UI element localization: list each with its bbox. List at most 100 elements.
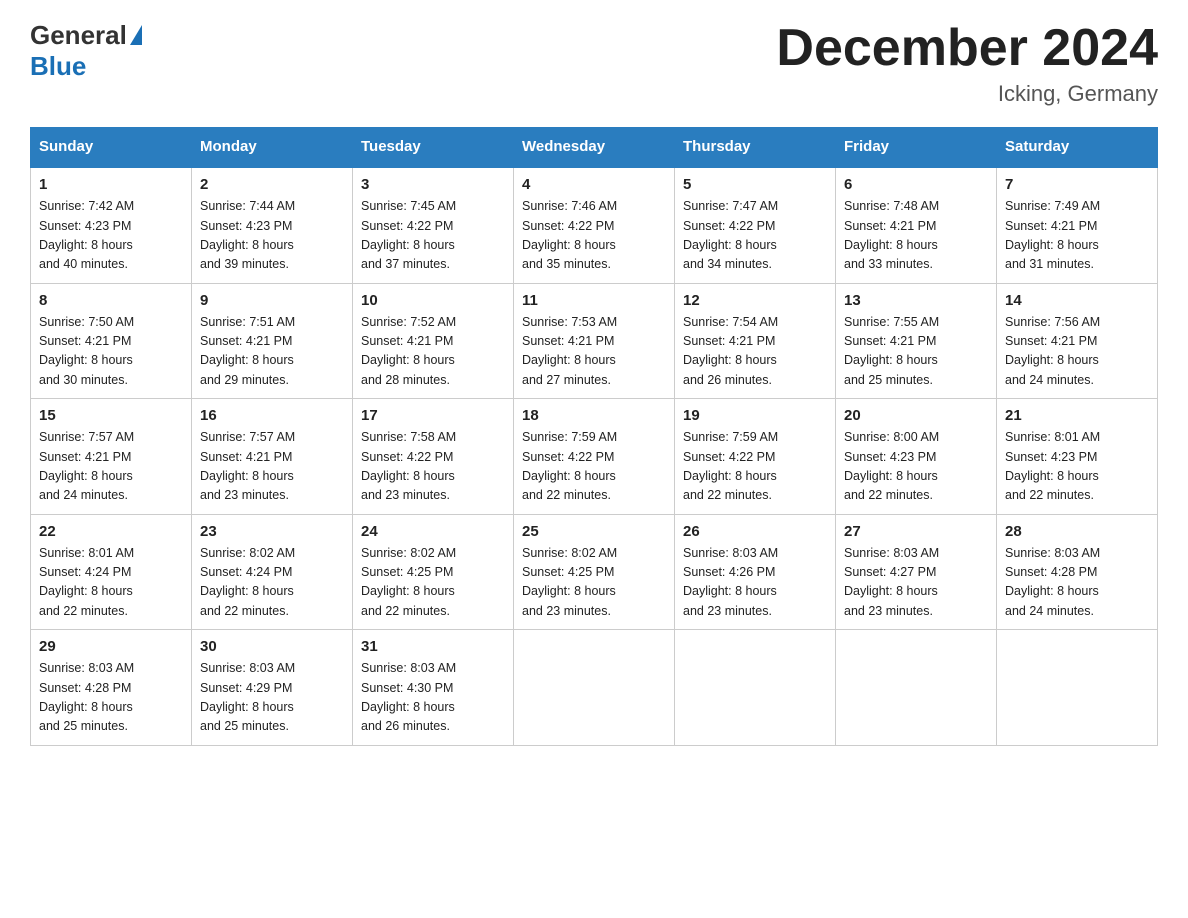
day-info: Sunrise: 7:44 AMSunset: 4:23 PMDaylight:… [200,197,344,275]
week-row-3: 15 Sunrise: 7:57 AMSunset: 4:21 PMDayligh… [31,399,1158,515]
day-info: Sunrise: 8:03 AMSunset: 4:28 PMDaylight:… [39,659,183,737]
day-info: Sunrise: 7:50 AMSunset: 4:21 PMDaylight:… [39,313,183,391]
day-number: 2 [200,176,344,193]
day-info: Sunrise: 8:01 AMSunset: 4:23 PMDaylight:… [1005,428,1149,506]
day-cell: 30 Sunrise: 8:03 AMSunset: 4:29 PMDayligh… [192,630,353,746]
day-cell: 10 Sunrise: 7:52 AMSunset: 4:21 PMDayligh… [353,283,514,399]
day-info: Sunrise: 7:45 AMSunset: 4:22 PMDaylight:… [361,197,505,275]
day-cell [514,630,675,746]
day-cell: 16Sunrise: 7:57 AMSunset: 4:21 PMDayligh… [192,399,353,515]
day-cell: 27 Sunrise: 8:03 AMSunset: 4:27 PMDayligh… [836,514,997,630]
day-info: Sunrise: 8:03 AMSunset: 4:30 PMDaylight:… [361,659,505,737]
day-info: Sunrise: 7:58 AMSunset: 4:22 PMDaylight:… [361,428,505,506]
day-number: 14 [1005,292,1149,309]
day-info: Sunrise: 8:02 AMSunset: 4:24 PMDaylight:… [200,544,344,622]
logo: General Blue [30,20,142,82]
day-number: 10 [361,292,505,309]
day-cell: 24 Sunrise: 8:02 AMSunset: 4:25 PMDayligh… [353,514,514,630]
day-info: Sunrise: 7:47 AMSunset: 4:22 PMDaylight:… [683,197,827,275]
day-cell [997,630,1158,746]
day-number: 15 [39,407,183,424]
day-info: Sunrise: 7:59 AMSunset: 4:22 PMDaylight:… [683,428,827,506]
day-info: Sunrise: 7:52 AMSunset: 4:21 PMDaylight:… [361,313,505,391]
day-info: Sunrise: 7:56 AMSunset: 4:21 PMDaylight:… [1005,313,1149,391]
header-monday: Monday [192,128,353,167]
day-cell: 29 Sunrise: 8:03 AMSunset: 4:28 PMDayligh… [31,630,192,746]
day-number: 17 [361,407,505,424]
day-info: Sunrise: 8:03 AMSunset: 4:27 PMDaylight:… [844,544,988,622]
day-cell: 18 Sunrise: 7:59 AMSunset: 4:22 PMDayligh… [514,399,675,515]
day-cell: 9Sunrise: 7:51 AMSunset: 4:21 PMDaylight… [192,283,353,399]
day-info: Sunrise: 8:03 AMSunset: 4:28 PMDaylight:… [1005,544,1149,622]
day-number: 24 [361,523,505,540]
day-number: 4 [522,176,666,193]
day-cell: 7Sunrise: 7:49 AMSunset: 4:21 PMDaylight… [997,167,1158,284]
month-year-title: December 2024 [776,20,1158,77]
day-cell: 23Sunrise: 8:02 AMSunset: 4:24 PMDayligh… [192,514,353,630]
title-section: December 2024 Icking, Germany [776,20,1158,107]
header-saturday: Saturday [997,128,1158,167]
header-thursday: Thursday [675,128,836,167]
day-cell: 8 Sunrise: 7:50 AMSunset: 4:21 PMDaylight… [31,283,192,399]
logo-blue-text: Blue [30,51,86,82]
calendar-table: SundayMondayTuesdayWednesdayThursdayFrid… [30,127,1158,746]
day-info: Sunrise: 7:57 AMSunset: 4:21 PMDaylight:… [39,428,183,506]
week-row-1: 1Sunrise: 7:42 AMSunset: 4:23 PMDaylight… [31,167,1158,284]
day-cell: 2 Sunrise: 7:44 AMSunset: 4:23 PMDaylight… [192,167,353,284]
day-cell: 22Sunrise: 8:01 AMSunset: 4:24 PMDayligh… [31,514,192,630]
day-number: 16 [200,407,344,424]
day-cell: 5 Sunrise: 7:47 AMSunset: 4:22 PMDaylight… [675,167,836,284]
day-number: 11 [522,292,666,309]
day-cell: 12Sunrise: 7:54 AMSunset: 4:21 PMDayligh… [675,283,836,399]
header-row: SundayMondayTuesdayWednesdayThursdayFrid… [31,128,1158,167]
day-cell: 4 Sunrise: 7:46 AMSunset: 4:22 PMDaylight… [514,167,675,284]
header-tuesday: Tuesday [353,128,514,167]
day-info: Sunrise: 7:55 AMSunset: 4:21 PMDaylight:… [844,313,988,391]
logo-triangle-icon [130,25,142,45]
day-info: Sunrise: 8:02 AMSunset: 4:25 PMDaylight:… [522,544,666,622]
day-cell: 21 Sunrise: 8:01 AMSunset: 4:23 PMDayligh… [997,399,1158,515]
day-info: Sunrise: 8:00 AMSunset: 4:23 PMDaylight:… [844,428,988,506]
day-number: 12 [683,292,827,309]
day-number: 3 [361,176,505,193]
day-cell: 13Sunrise: 7:55 AMSunset: 4:21 PMDayligh… [836,283,997,399]
day-info: Sunrise: 7:59 AMSunset: 4:22 PMDaylight:… [522,428,666,506]
day-info: Sunrise: 8:03 AMSunset: 4:29 PMDaylight:… [200,659,344,737]
day-cell: 20Sunrise: 8:00 AMSunset: 4:23 PMDayligh… [836,399,997,515]
day-number: 26 [683,523,827,540]
day-number: 18 [522,407,666,424]
week-row-5: 29 Sunrise: 8:03 AMSunset: 4:28 PMDayligh… [31,630,1158,746]
day-cell: 26Sunrise: 8:03 AMSunset: 4:26 PMDayligh… [675,514,836,630]
day-cell: 1Sunrise: 7:42 AMSunset: 4:23 PMDaylight… [31,167,192,284]
day-cell: 15 Sunrise: 7:57 AMSunset: 4:21 PMDayligh… [31,399,192,515]
header-sunday: Sunday [31,128,192,167]
day-info: Sunrise: 7:46 AMSunset: 4:22 PMDaylight:… [522,197,666,275]
day-cell: 11 Sunrise: 7:53 AMSunset: 4:21 PMDayligh… [514,283,675,399]
week-row-4: 22Sunrise: 8:01 AMSunset: 4:24 PMDayligh… [31,514,1158,630]
day-cell: 31 Sunrise: 8:03 AMSunset: 4:30 PMDayligh… [353,630,514,746]
day-info: Sunrise: 7:51 AMSunset: 4:21 PMDaylight:… [200,313,344,391]
day-number: 31 [361,638,505,655]
day-number: 27 [844,523,988,540]
day-number: 5 [683,176,827,193]
header-wednesday: Wednesday [514,128,675,167]
day-info: Sunrise: 7:53 AMSunset: 4:21 PMDaylight:… [522,313,666,391]
day-info: Sunrise: 7:48 AMSunset: 4:21 PMDaylight:… [844,197,988,275]
day-cell: 28Sunrise: 8:03 AMSunset: 4:28 PMDayligh… [997,514,1158,630]
day-cell: 19 Sunrise: 7:59 AMSunset: 4:22 PMDayligh… [675,399,836,515]
day-cell: 17 Sunrise: 7:58 AMSunset: 4:22 PMDayligh… [353,399,514,515]
day-cell: 6Sunrise: 7:48 AMSunset: 4:21 PMDaylight… [836,167,997,284]
day-number: 21 [1005,407,1149,424]
day-info: Sunrise: 8:01 AMSunset: 4:24 PMDaylight:… [39,544,183,622]
day-number: 7 [1005,176,1149,193]
day-cell: 25 Sunrise: 8:02 AMSunset: 4:25 PMDayligh… [514,514,675,630]
day-number: 30 [200,638,344,655]
day-info: Sunrise: 7:42 AMSunset: 4:23 PMDaylight:… [39,197,183,275]
day-cell [675,630,836,746]
day-number: 29 [39,638,183,655]
day-number: 8 [39,292,183,309]
day-number: 25 [522,523,666,540]
day-info: Sunrise: 8:02 AMSunset: 4:25 PMDaylight:… [361,544,505,622]
day-number: 19 [683,407,827,424]
logo-general-text: General [30,20,127,51]
